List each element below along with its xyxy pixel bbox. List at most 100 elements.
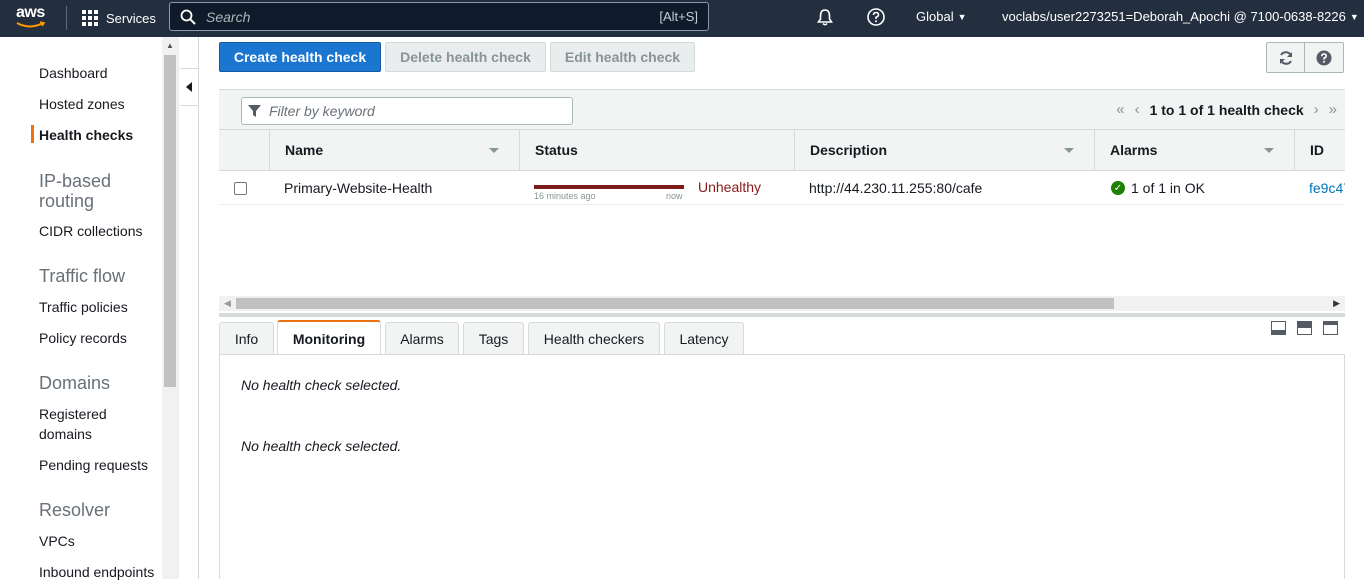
sort-caret-icon[interactable] (1264, 148, 1274, 153)
panel-splitter[interactable] (219, 313, 1345, 317)
health-check-name: Primary-Website-Health (284, 180, 433, 196)
scroll-left-icon[interactable]: ◀ (224, 298, 231, 309)
help-button[interactable] (1305, 42, 1344, 73)
horizontal-scroll-thumb[interactable] (236, 298, 1114, 309)
tab-info[interactable]: Info (219, 322, 274, 354)
region-selector[interactable]: Global ▼ (916, 9, 967, 24)
services-menu-button[interactable]: Services (82, 8, 156, 28)
table-horizontal-scrollbar[interactable]: ◀ ▶ (219, 296, 1345, 311)
row-select-checkbox[interactable] (234, 182, 247, 195)
sidebar-item-health-checks[interactable]: Health checks (39, 125, 133, 145)
scroll-right-icon[interactable]: ▶ (1333, 298, 1340, 309)
delete-health-check-button[interactable]: Delete health check (385, 42, 546, 72)
sidebar-item-inbound-endpoints[interactable]: Inbound endpoints (39, 562, 154, 582)
notifications-button[interactable] (815, 7, 835, 30)
help-icon (1316, 50, 1332, 65)
collapse-sidebar-button[interactable] (180, 68, 199, 106)
sidebar-item-registered-domains[interactable]: Registered domains (39, 404, 129, 444)
top-navigation-bar: aws Services Search [Alt+S] Global ▼ voc… (0, 0, 1364, 37)
filter-keyword-input[interactable]: Filter by keyword (241, 97, 573, 125)
previous-page-icon[interactable]: ‹ (1135, 101, 1140, 118)
first-page-icon[interactable]: « (1116, 101, 1124, 118)
status-history-bar (534, 185, 684, 189)
table-row[interactable]: Primary-Website-Health 16 minutes ago no… (219, 171, 1345, 205)
column-header-name[interactable]: Name (269, 130, 519, 170)
layout-half-icon[interactable] (1297, 321, 1312, 335)
status-history-start: 16 minutes ago (534, 191, 596, 201)
column-header-status[interactable]: Status (519, 130, 794, 170)
sidebar-item-vpcs[interactable]: VPCs (39, 531, 75, 551)
sidebar-scroll-thumb[interactable] (164, 55, 176, 387)
tab-alarms[interactable]: Alarms (385, 322, 459, 354)
pagination-label: 1 to 1 of 1 health check (1149, 101, 1304, 118)
last-page-icon[interactable]: » (1329, 101, 1337, 118)
scroll-up-icon[interactable]: ▲ (166, 41, 174, 50)
sidebar-item-dashboard[interactable]: Dashboard (39, 63, 108, 83)
sort-caret-icon[interactable] (1064, 148, 1074, 153)
help-circle-icon (867, 8, 885, 26)
select-column-header (219, 130, 269, 170)
panel-layout-controls (1271, 321, 1338, 335)
column-header-label: Status (535, 142, 578, 158)
chevron-left-icon (186, 82, 192, 92)
tab-health-checkers[interactable]: Health checkers (528, 322, 660, 354)
aws-logo[interactable]: aws (16, 4, 50, 32)
sidebar-navigation: Dashboard Hosted zones Health checks IP-… (0, 37, 162, 582)
tab-tags[interactable]: Tags (463, 322, 524, 354)
column-header-label: ID (1310, 142, 1324, 158)
layout-maximize-icon[interactable] (1323, 321, 1338, 335)
tab-monitoring[interactable]: Monitoring (277, 320, 381, 355)
sidebar-heading-resolver: Resolver (39, 500, 111, 520)
column-header-label: Name (285, 142, 324, 158)
filter-placeholder: Filter by keyword (269, 103, 375, 119)
bell-icon (817, 9, 833, 26)
nav-separator (66, 6, 67, 30)
refresh-icon (1279, 50, 1292, 65)
empty-state-message: No health check selected. (241, 377, 402, 393)
sort-caret-icon[interactable] (489, 148, 499, 153)
column-header-description[interactable]: Description (794, 130, 1094, 170)
check-circle-icon: ✓ (1111, 181, 1125, 195)
sidebar-item-cidr-collections[interactable]: CIDR collections (39, 221, 142, 241)
region-label: Global (916, 9, 954, 24)
sidebar-divider (178, 37, 179, 579)
status-badge: Unhealthy (698, 179, 762, 195)
sidebar-heading-domains: Domains (39, 373, 111, 393)
tab-latency[interactable]: Latency (664, 322, 744, 354)
health-check-id-link[interactable]: fe9c47 (1309, 180, 1345, 196)
alarms-label: 1 of 1 in OK (1131, 180, 1205, 196)
sidebar-item-traffic-policies[interactable]: Traffic policies (39, 297, 128, 317)
sidebar-active-indicator (31, 125, 34, 143)
empty-state-message: No health check selected. (241, 438, 402, 454)
sidebar-item-policy-records[interactable]: Policy records (39, 328, 127, 348)
search-shortcut-hint: [Alt+S] (659, 9, 698, 24)
refresh-button[interactable] (1266, 42, 1305, 73)
aws-smile-icon (16, 21, 46, 28)
aws-logo-text: aws (16, 4, 45, 21)
column-header-label: Description (810, 142, 888, 158)
health-check-description: http://44.230.11.255:80/cafe (809, 180, 983, 196)
account-label: voclabs/user2273251=Deborah_Apochi @ 710… (1002, 9, 1346, 24)
global-search-input[interactable]: Search [Alt+S] (169, 2, 709, 31)
sidebar-item-hosted-zones[interactable]: Hosted zones (39, 94, 125, 114)
alarms-status: ✓ 1 of 1 in OK (1111, 180, 1205, 196)
account-menu[interactable]: voclabs/user2273251=Deborah_Apochi @ 710… (1002, 9, 1359, 24)
table-header: Name Status Description Alarms ID (219, 130, 1345, 171)
sidebar-heading-ip-routing: IP-based routing (39, 171, 112, 211)
layout-minimize-icon[interactable] (1271, 321, 1286, 335)
search-placeholder: Search (206, 8, 251, 25)
help-menu-button[interactable] (866, 7, 886, 30)
search-icon (180, 9, 196, 25)
column-header-alarms[interactable]: Alarms (1094, 130, 1294, 170)
services-grid-icon (82, 10, 98, 26)
next-page-icon[interactable]: › (1314, 101, 1319, 118)
column-header-id[interactable]: ID (1294, 130, 1345, 170)
create-health-check-button[interactable]: Create health check (219, 42, 381, 72)
sidebar-scrollbar[interactable]: ▲ (162, 37, 178, 579)
edit-health-check-button[interactable]: Edit health check (550, 42, 695, 72)
pagination: « ‹ 1 to 1 of 1 health check › » (1116, 101, 1337, 118)
filter-icon (248, 104, 261, 117)
caret-down-icon: ▼ (957, 11, 967, 22)
main-divider (198, 37, 199, 579)
sidebar-item-pending-requests[interactable]: Pending requests (39, 455, 148, 475)
